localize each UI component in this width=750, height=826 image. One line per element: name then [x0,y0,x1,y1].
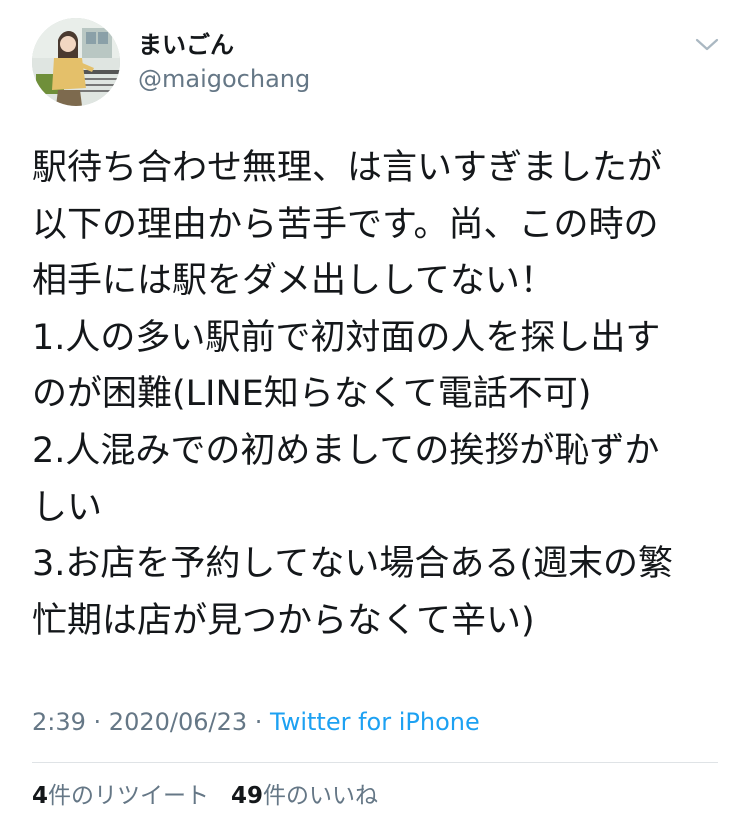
retweets-label: 件のリツイート [48,783,210,809]
user-handle[interactable]: @maigochang [138,64,310,94]
tweet-text-line: しい [32,487,103,528]
meta-separator: · [247,708,271,736]
tweet-text-line: のが困難(LINE知らなくて電話不可) [32,374,592,415]
tweet-date[interactable]: 2020/06/23 [109,708,247,736]
divider [32,762,718,763]
chevron-down-icon[interactable] [692,32,722,56]
tweet-source-link[interactable]: Twitter for iPhone [270,708,480,736]
display-name[interactable]: まいごん [138,30,234,60]
tweet-text-line: 忙期は店が見つからなくて辛い) [32,600,535,641]
likes-label: 件のいいね [263,783,379,809]
avatar[interactable] [32,18,120,106]
tweet-text-line: 1.人の多い駅前で初対面の人を探し出す [32,317,661,358]
tweet-header: まいごん @maigochang [32,18,722,108]
tweet-text: 駅待ち合わせ無理、は言いすぎましたが 以下の理由から苦手です。尚、この時の 相手… [32,140,722,649]
tweet-text-line: 駅待ち合わせ無理、は言いすぎましたが [32,148,663,188]
retweets-stat[interactable]: 4件のリツイート [32,783,209,809]
tweet-time[interactable]: 2:39 [32,708,86,736]
meta-separator: · [85,708,109,736]
tweet-text-line: 以下の理由から苦手です。尚、この時の [32,204,659,245]
tweet-text-line: 3.お店を予約してない場合ある(週末の繁 [32,544,673,585]
chevron-down-icon-svg [695,38,719,51]
avatar-illustration [32,18,120,106]
tweet-text-line: 2.人混みでの初めましての挨拶が恥ずか [32,430,660,471]
tweet-meta: 2:39 · 2020/06/23 · Twitter for iPhone [32,706,480,738]
likes-count: 49 [231,783,264,809]
tweet-text-line: 相手には駅をダメ出ししてない！ [32,261,555,302]
likes-stat[interactable]: 49件のいいね [231,783,378,809]
tweet-stats: 4件のリツイート 49件のいいね [32,780,378,812]
retweets-count: 4 [32,783,49,809]
